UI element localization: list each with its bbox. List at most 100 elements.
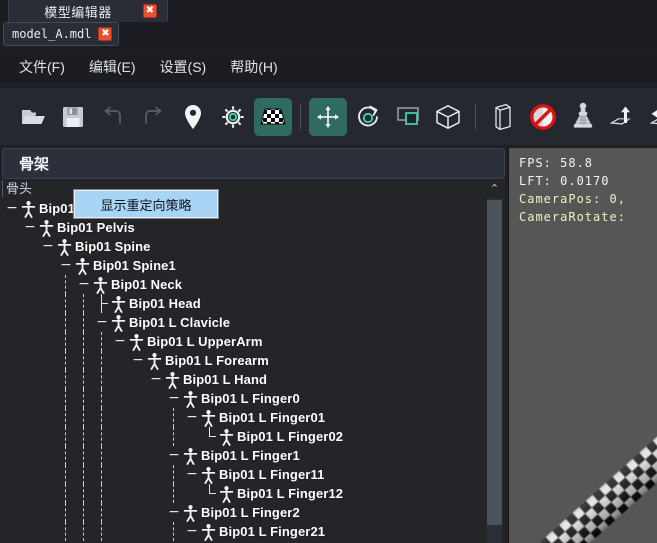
- bone-icon: [182, 446, 199, 466]
- document-tab-close-icon[interactable]: ✖: [98, 27, 113, 41]
- toolbar-checker-grid-button[interactable]: [254, 97, 292, 136]
- toolbar-location-pin-button[interactable]: [174, 98, 212, 136]
- tree-collapse-toggle[interactable]: −: [22, 218, 38, 237]
- pawn-figure-icon: [573, 102, 593, 132]
- skeleton-panel-header: 骨架: [2, 148, 505, 179]
- tree-collapse-toggle[interactable]: −: [166, 446, 182, 465]
- tree-scrollbar[interactable]: ⌃: [484, 180, 505, 543]
- toolbar-cube-button[interactable]: [429, 98, 467, 136]
- bone-icon: [200, 408, 217, 428]
- tree-collapse-toggle[interactable]: −: [184, 408, 200, 427]
- tree-item[interactable]: Bip01 L Finger12: [0, 484, 487, 504]
- viewport-stats-overlay: FPS: 58.8 LFT: 0.0170 CameraPos: 0, CameraR…: [519, 154, 626, 226]
- tree-item[interactable]: − Bip01 Spine1: [0, 256, 487, 276]
- tree-item[interactable]: − Bip01 L UpperArm: [0, 332, 487, 352]
- wireframe-box-icon: [493, 103, 513, 131]
- toolbar-export-up-button[interactable]: [604, 98, 642, 136]
- tree-item[interactable]: Bip01 L Finger02: [0, 427, 487, 447]
- tree-collapse-toggle[interactable]: −: [130, 351, 146, 370]
- menu-file[interactable]: 文件(F): [10, 53, 74, 81]
- menu-bar: 文件(F) 编辑(E) 设置(S) 帮助(H): [0, 50, 657, 83]
- tree-item[interactable]: − Bip01 L Hand: [0, 370, 487, 390]
- tree-item[interactable]: − Bip01 L Finger0: [0, 389, 487, 409]
- bone-icon: [38, 218, 55, 238]
- bone-icon: [74, 256, 91, 276]
- toolbar-open-folder-button[interactable]: [14, 98, 52, 136]
- toolbar-scale-gizmo-button[interactable]: [389, 98, 427, 136]
- tree-collapse-toggle[interactable]: −: [184, 522, 200, 541]
- menu-edit[interactable]: 编辑(E): [80, 53, 145, 81]
- tooltip-label: 显示重定向策略: [100, 197, 192, 213]
- tree-collapse-toggle[interactable]: −: [166, 389, 182, 408]
- tree-item-label: Bip01 L Finger2: [201, 505, 300, 520]
- tree-item[interactable]: − Bip01 L Forearm: [0, 351, 487, 371]
- stat-line: CameraRotate:: [519, 210, 626, 224]
- bone-icon: [182, 503, 199, 523]
- menu-settings[interactable]: 设置(S): [151, 53, 216, 81]
- checker-grid-icon: [259, 106, 287, 128]
- scroll-up-chevron-icon[interactable]: ⌃: [484, 180, 505, 196]
- 3d-viewport[interactable]: FPS: 58.8 LFT: 0.0170 CameraPos: 0, CameraR…: [508, 148, 657, 543]
- toolbar-import-left-button[interactable]: [644, 98, 657, 136]
- toolbar-pawn-figure-button[interactable]: [564, 98, 602, 136]
- scrollbar-thumb[interactable]: [487, 200, 502, 525]
- bone-icon: [56, 237, 73, 257]
- stat-line: FPS: 58.8: [519, 156, 594, 170]
- limb-shading: [539, 427, 657, 543]
- bone-icon: [128, 332, 145, 352]
- bone-icon: [20, 199, 37, 219]
- tree-branch-tee-icon: [94, 294, 110, 313]
- tree-collapse-toggle[interactable]: −: [40, 237, 56, 256]
- toolbar-undo-arrow-button[interactable]: [94, 98, 132, 136]
- tree-item-label: Bip01 L Finger11: [219, 467, 325, 482]
- tree-item[interactable]: − Bip01 Spine: [0, 237, 487, 257]
- tree-item[interactable]: − Bip01 Pelvis: [0, 218, 487, 238]
- toolbar-no-entry-button[interactable]: [524, 98, 562, 136]
- tree-collapse-toggle[interactable]: −: [112, 332, 128, 351]
- tree-collapse-toggle[interactable]: −: [148, 370, 164, 389]
- bone-icon: [182, 389, 199, 409]
- tree-item[interactable]: Bip01 Head: [0, 294, 487, 314]
- toolbar-move-gizmo-button[interactable]: [309, 97, 347, 136]
- tree-item[interactable]: − Bip01 L Finger11: [0, 465, 487, 485]
- open-folder-icon: [20, 105, 46, 129]
- bone-icon: [164, 370, 181, 390]
- tree-item-label: Bip01 Spine1: [93, 258, 176, 273]
- tree-item[interactable]: − Bip01 L Finger21: [0, 522, 487, 542]
- tree-item[interactable]: − Bip01 L Finger2: [0, 503, 487, 523]
- tree-item[interactable]: − Bip01 L Finger1: [0, 446, 487, 466]
- tree-collapse-toggle[interactable]: −: [4, 199, 20, 218]
- tree-item[interactable]: − Bip01 L Finger01: [0, 408, 487, 428]
- toolbar-wireframe-box-button[interactable]: [484, 98, 522, 136]
- tree-item[interactable]: − Bip01 L Clavicle: [0, 313, 487, 333]
- bone-icon: [200, 465, 217, 485]
- document-tab-model-a[interactable]: model_A.mdl ✖: [3, 22, 120, 46]
- tree-column-header: 骨头: [2, 180, 32, 197]
- toolbar-gear-button[interactable]: [214, 98, 252, 136]
- toolbar-save-disk-button[interactable]: [54, 98, 92, 136]
- tree-item-label: Bip01 L Finger02: [237, 429, 344, 444]
- tree-collapse-toggle[interactable]: −: [76, 275, 92, 294]
- import-left-icon: [650, 104, 657, 130]
- tree-collapse-toggle[interactable]: −: [184, 465, 200, 484]
- toolbar-separator: [475, 103, 476, 130]
- window-close-icon[interactable]: ✖: [143, 4, 157, 18]
- skeleton-tree-panel: 骨头 − Bip01− Bip01 Pelvis − Bip01 Spine − Bip01…: [0, 180, 505, 543]
- tree-branch-end-icon: [202, 484, 218, 503]
- tree-item[interactable]: − Bip01 Neck: [0, 275, 487, 295]
- retarget-policy-tooltip: 显示重定向策略: [74, 190, 218, 218]
- tree-collapse-toggle[interactable]: −: [166, 503, 182, 522]
- model-editor-window: 模型编辑器 ✖ model_A.mdl ✖ 文件(F) 编辑(E) 设置(S) …: [0, 0, 657, 543]
- title-bar: 模型编辑器 ✖: [0, 0, 657, 24]
- toolbar-separator: [300, 103, 301, 130]
- main-toolbar: [0, 88, 657, 145]
- scale-gizmo-icon: [396, 106, 420, 128]
- tree-collapse-toggle[interactable]: −: [94, 313, 110, 332]
- window-title-tab[interactable]: 模型编辑器 ✖: [8, 0, 168, 24]
- no-entry-icon: [530, 103, 556, 130]
- tree-collapse-toggle[interactable]: −: [58, 256, 74, 275]
- bone-icon: [146, 351, 163, 371]
- toolbar-redo-arrow-button[interactable]: [134, 98, 172, 136]
- toolbar-rotate-gizmo-button[interactable]: [349, 98, 387, 136]
- menu-help[interactable]: 帮助(H): [221, 53, 286, 81]
